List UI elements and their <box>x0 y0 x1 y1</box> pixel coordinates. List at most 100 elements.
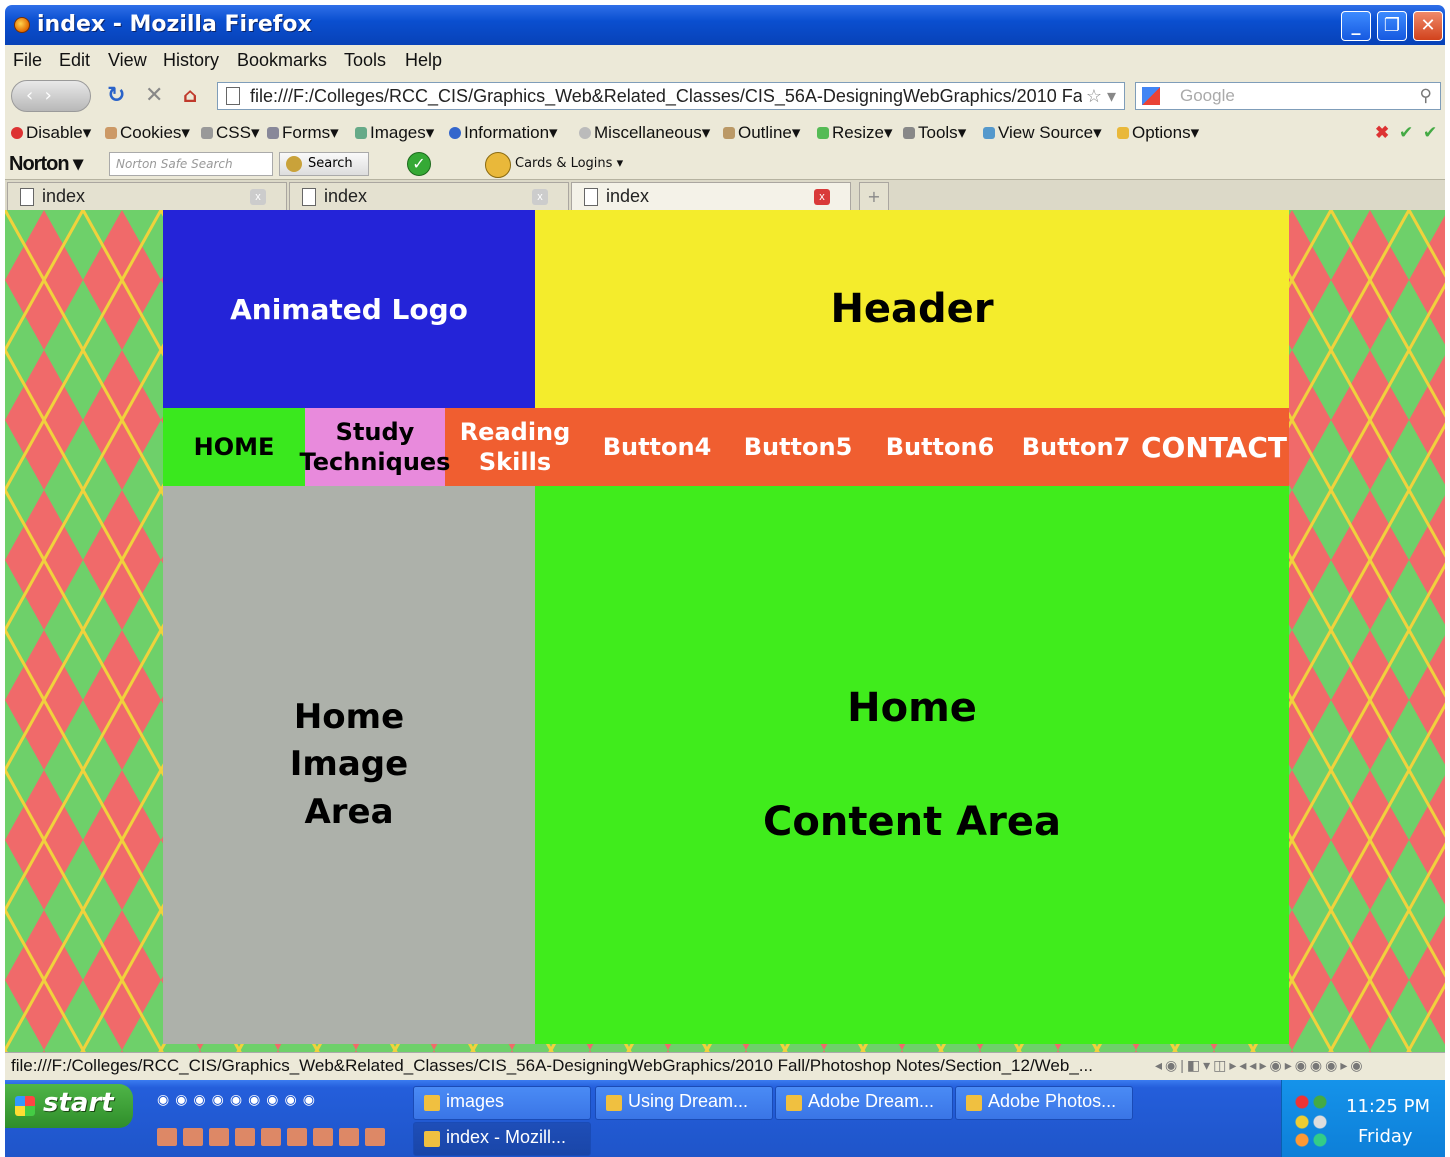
nav-button4[interactable]: Button4 <box>585 408 729 486</box>
cards-logins-button[interactable]: Cards & Logins ▾ <box>485 151 623 178</box>
cards-logins-label: Cards & Logins <box>515 156 613 171</box>
stop-icon[interactable]: ✕ <box>145 83 163 108</box>
content-title: Home <box>847 685 977 731</box>
options-icon <box>1117 127 1129 139</box>
status-addon-icons[interactable]: ◂◉|◧▾◫▸◂◂▸◉▸◉◉◉▸◉ <box>1155 1053 1445 1080</box>
tab-close-icon[interactable]: x <box>250 189 266 205</box>
menu-bookmarks[interactable]: Bookmarks <box>237 50 327 71</box>
nav-button7[interactable]: Button7 <box>1013 408 1139 486</box>
windows-taskbar: start ◉◉◉◉◉◉◉◉◉ images Using Dream... Ad… <box>5 1080 1445 1157</box>
error-icon[interactable]: ✖ <box>1375 123 1389 143</box>
navigation-toolbar: ‹ › ↻ ✕ ⌂ file:///F:/Colleges/RCC_CIS/Gr… <box>5 77 1445 115</box>
firefox-icon <box>14 17 30 33</box>
nav-reading-skills-button[interactable]: Reading Skills <box>445 408 585 486</box>
norton-search-button[interactable]: Search <box>279 152 369 176</box>
dev-view-source[interactable]: View Source▾ <box>983 123 1102 143</box>
check-icon-2[interactable]: ✔ <box>1423 123 1437 143</box>
dev-outline[interactable]: Outline▾ <box>723 123 800 143</box>
forward-arrow-icon: › <box>44 85 52 106</box>
menu-bar: File Edit View History Bookmarks Tools H… <box>5 45 1445 75</box>
tools-icon <box>903 127 915 139</box>
clock-time[interactable]: 11:25 PM <box>1346 1096 1430 1117</box>
tab-close-icon[interactable]: x <box>814 189 830 205</box>
start-label: start <box>43 1088 114 1118</box>
images-icon <box>355 127 367 139</box>
window-title: index - Mozilla Firefox <box>37 12 312 37</box>
nav-home-button[interactable]: HOME <box>163 408 305 486</box>
tab-index-1[interactable]: index x <box>7 182 287 211</box>
menu-history[interactable]: History <box>163 50 219 71</box>
nav-button6[interactable]: Button6 <box>867 408 1013 486</box>
dev-cookies[interactable]: Cookies▾ <box>105 123 190 143</box>
task-using-dreamweaver[interactable]: Using Dream... <box>595 1086 773 1120</box>
page-viewport[interactable]: Animated Logo Header HOME Study Techniqu… <box>5 210 1445 1052</box>
browser-chrome: File Edit View History Bookmarks Tools H… <box>5 45 1445 211</box>
quick-launch-row-1[interactable]: ◉◉◉◉◉◉◉◉◉ <box>157 1092 321 1108</box>
quick-launch-row-2[interactable] <box>157 1128 391 1149</box>
web-developer-toolbar: Disable▾ Cookies▾ CSS▾ Forms▾ Images▾ In… <box>5 119 1445 149</box>
reload-icon[interactable]: ↻ <box>107 83 125 108</box>
menu-edit[interactable]: Edit <box>59 50 90 71</box>
home-content-area: Home Content Area <box>535 486 1289 1044</box>
information-icon <box>449 127 461 139</box>
tray-icons[interactable] <box>1292 1092 1332 1148</box>
dev-resize[interactable]: Resize▾ <box>817 123 893 143</box>
norton-safe-icon[interactable]: ✓ <box>407 152 431 176</box>
dev-options[interactable]: Options▾ <box>1117 123 1199 143</box>
tab-close-icon[interactable]: x <box>532 189 548 205</box>
tab-index-3[interactable]: index x <box>571 182 851 211</box>
window-title-bar[interactable]: index - Mozilla Firefox _ ❐ ✕ <box>5 5 1445 45</box>
norton-toolbar: Norton ▾ Norton Safe Search Search ✓ Car… <box>5 149 1445 179</box>
maximize-button[interactable]: ❐ <box>1377 11 1407 41</box>
back-forward-button[interactable]: ‹ › <box>11 80 91 112</box>
new-tab-button[interactable]: + <box>859 182 889 211</box>
task-adobe-dreamweaver[interactable]: Adobe Dream... <box>775 1086 953 1120</box>
system-tray: 11:25 PM Friday <box>1281 1080 1445 1157</box>
start-button[interactable]: start <box>5 1084 133 1128</box>
norton-logo[interactable]: Norton ▾ <box>9 151 83 176</box>
dev-images[interactable]: Images▾ <box>355 123 434 143</box>
task-images[interactable]: images <box>413 1086 591 1120</box>
outline-icon <box>723 127 735 139</box>
menu-help[interactable]: Help <box>405 50 442 71</box>
dev-forms[interactable]: Forms▾ <box>267 123 339 143</box>
tab-label: index <box>606 186 650 206</box>
dev-outline-label: Outline <box>738 123 792 142</box>
norton-search-input[interactable]: Norton Safe Search <box>109 152 273 176</box>
page-icon <box>20 188 34 206</box>
dev-forms-label: Forms <box>282 123 331 142</box>
close-button[interactable]: ✕ <box>1413 11 1443 41</box>
search-input[interactable]: Google ⚲ <box>1135 82 1441 110</box>
dev-images-label: Images <box>370 123 426 142</box>
url-bar[interactable]: file:///F:/Colleges/RCC_CIS/Graphics_Web… <box>217 82 1125 110</box>
tab-index-2[interactable]: index x <box>289 182 569 211</box>
menu-file[interactable]: File <box>13 50 42 71</box>
content-subtitle: Content Area <box>763 799 1061 845</box>
nav-study-techniques-button[interactable]: Study Techniques <box>300 408 450 486</box>
dev-css-label: CSS <box>216 123 251 142</box>
animated-logo[interactable]: Animated Logo <box>163 210 535 408</box>
menu-view[interactable]: View <box>108 50 147 71</box>
nav-button5[interactable]: Button5 <box>729 408 867 486</box>
nav-contact-button[interactable]: CONTACT <box>1139 408 1289 486</box>
dev-disable[interactable]: Disable▾ <box>11 123 91 143</box>
task-firefox-index[interactable]: index - Mozill... <box>413 1122 591 1156</box>
bookmark-star-icon[interactable]: ☆ ▾ <box>1081 83 1116 109</box>
dev-miscellaneous[interactable]: Miscellaneous▾ <box>579 123 710 143</box>
search-engine-icon[interactable] <box>1142 87 1160 105</box>
page-header: Header <box>535 210 1289 408</box>
url-text: file:///F:/Colleges/RCC_CIS/Graphics_Web… <box>250 86 1096 106</box>
page-layout: Animated Logo Header HOME Study Techniqu… <box>163 210 1289 1044</box>
tab-bar: index x index x index x + <box>5 179 1445 211</box>
task-adobe-photoshop[interactable]: Adobe Photos... <box>955 1086 1133 1120</box>
dev-tools[interactable]: Tools▾ <box>903 123 966 143</box>
minimize-button[interactable]: _ <box>1341 11 1371 41</box>
menu-tools[interactable]: Tools <box>344 50 386 71</box>
magnifier-icon[interactable]: ⚲ <box>1420 83 1432 109</box>
dev-cookies-label: Cookies <box>120 123 182 142</box>
check-icon[interactable]: ✔ <box>1399 123 1413 143</box>
dev-css[interactable]: CSS▾ <box>201 123 260 143</box>
dev-disable-label: Disable <box>26 123 83 142</box>
dev-information[interactable]: Information▾ <box>449 123 558 143</box>
home-icon[interactable]: ⌂ <box>183 83 197 107</box>
